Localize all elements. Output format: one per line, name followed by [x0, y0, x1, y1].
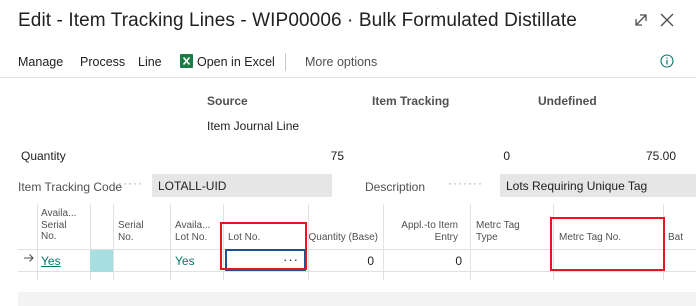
- column-header-serial-no[interactable]: Serial No.: [118, 220, 158, 266]
- annotation-highlight-lot-no: [220, 222, 307, 270]
- selected-cell-highlight[interactable]: [90, 250, 113, 272]
- manage-menu[interactable]: Manage: [18, 55, 63, 69]
- grid-column-divider: [113, 204, 114, 280]
- availability-lot-value[interactable]: Yes: [175, 254, 195, 268]
- item-tracking-header: Item Tracking: [372, 94, 450, 108]
- arrow-right-icon: [24, 254, 34, 262]
- description-label: Description: [365, 180, 426, 194]
- column-header-availability-serial[interactable]: Availa... Serial No.: [41, 208, 91, 254]
- appl-to-item-entry-cell[interactable]: 0: [455, 254, 462, 268]
- action-bar: Manage Process Line Open in Excel More o…: [0, 46, 696, 78]
- quantity-label: Quantity: [21, 149, 66, 163]
- availability-serial-link[interactable]: Yes: [41, 254, 61, 268]
- source-header: Source: [207, 94, 248, 108]
- field-leader-dots: ·····: [118, 176, 143, 190]
- grid-column-divider: [383, 204, 384, 280]
- close-icon[interactable]: [656, 9, 678, 31]
- title-bar: Edit - Item Tracking Lines - WIP00006 · …: [0, 0, 696, 44]
- line-menu[interactable]: Line: [138, 55, 162, 69]
- grid-column-divider: [37, 204, 38, 280]
- grid-column-divider: [308, 204, 309, 280]
- expand-icon[interactable]: [630, 9, 652, 31]
- source-value: Item Journal Line: [207, 119, 300, 133]
- item-tracking-code-field[interactable]: LOTALL-UID: [152, 174, 332, 197]
- grid-column-divider: [470, 204, 471, 280]
- page-title: Edit - Item Tracking Lines - WIP00006 · …: [18, 10, 577, 31]
- undefined-header: Undefined: [538, 94, 597, 108]
- quantity-item-tracking-value: 0: [503, 149, 510, 163]
- grid-row-divider: [18, 271, 696, 272]
- column-header-metrc-tag-type[interactable]: Metrc Tag Type: [476, 220, 546, 266]
- process-menu[interactable]: Process: [80, 55, 125, 69]
- column-header-appl-to-item-entry[interactable]: Appl.-to Item Entry: [386, 220, 458, 266]
- more-options-button[interactable]: More options: [305, 55, 377, 69]
- quantity-undefined-value: 75.00: [645, 149, 676, 163]
- open-in-excel-button[interactable]: Open in Excel: [197, 55, 275, 69]
- grid-empty-area: [18, 292, 696, 306]
- item-tracking-code-label: Item Tracking Code: [18, 180, 123, 194]
- action-separator: [285, 53, 286, 71]
- excel-icon[interactable]: [180, 54, 193, 68]
- info-icon[interactable]: [660, 54, 674, 68]
- grid-column-divider: [170, 204, 171, 280]
- quantity-base-cell[interactable]: 0: [367, 254, 374, 268]
- quantity-source-value: 75: [330, 149, 344, 163]
- description-field[interactable]: Lots Requiring Unique Tag: [500, 174, 696, 197]
- annotation-highlight-metrc-tag-no: [550, 217, 665, 271]
- field-leader-dots: ·······: [448, 176, 483, 190]
